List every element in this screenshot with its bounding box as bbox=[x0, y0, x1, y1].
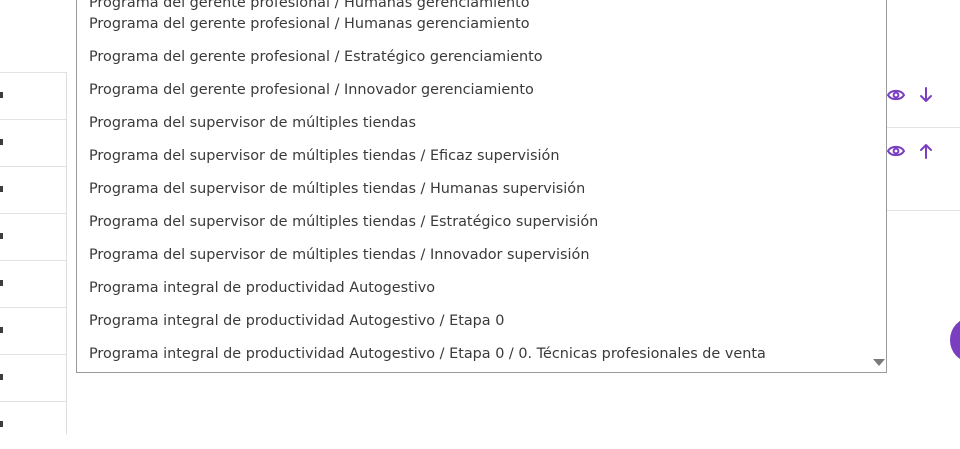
action-row bbox=[887, 140, 933, 162]
table-row bbox=[0, 401, 66, 449]
dropdown-option[interactable]: Programa del supervisor de múltiples tie… bbox=[89, 140, 559, 173]
background-table-left-column bbox=[0, 72, 67, 434]
eye-icon[interactable] bbox=[887, 144, 905, 158]
table-row bbox=[0, 72, 66, 120]
dropdown-option[interactable]: Programa del gerente profesional / Estra… bbox=[89, 41, 543, 74]
action-row bbox=[887, 84, 933, 106]
table-row bbox=[0, 166, 66, 214]
table-row bbox=[0, 354, 66, 402]
row-handle-icon bbox=[0, 139, 3, 145]
row-handle-icon bbox=[0, 233, 3, 239]
dropdown-option[interactable]: Programa del supervisor de múltiples tie… bbox=[89, 173, 585, 206]
table-row bbox=[0, 307, 66, 355]
dropdown-option[interactable]: Programa integral de productividad Autog… bbox=[89, 305, 504, 338]
dropdown-option[interactable]: Programa del supervisor de múltiples tie… bbox=[89, 107, 416, 140]
dropdown-option[interactable]: Programa integral de productividad Autog… bbox=[89, 338, 766, 371]
scroll-down-arrow-icon[interactable] bbox=[873, 359, 885, 366]
row-handle-icon bbox=[0, 186, 3, 192]
dropdown-option[interactable]: Programa del supervisor de múltiples tie… bbox=[89, 206, 598, 239]
row-handle-icon bbox=[0, 374, 3, 380]
table-row bbox=[0, 119, 66, 167]
background-actions-panel bbox=[876, 72, 960, 211]
eye-icon[interactable] bbox=[887, 88, 905, 102]
row-handle-icon bbox=[0, 92, 3, 98]
table-row bbox=[0, 213, 66, 261]
dropdown-list[interactable]: Programa del gerente profesional / Human… bbox=[76, 0, 887, 373]
floating-action-button[interactable] bbox=[950, 318, 960, 362]
table-row bbox=[0, 260, 66, 308]
arrow-up-icon[interactable] bbox=[919, 143, 933, 159]
dropdown-option[interactable]: Programa del gerente profesional / Human… bbox=[89, 8, 530, 41]
row-handle-icon bbox=[0, 327, 3, 333]
row-handle-icon bbox=[0, 421, 3, 427]
dropdown-option[interactable]: Programa del supervisor de múltiples tie… bbox=[89, 239, 589, 272]
row-divider bbox=[877, 127, 960, 128]
arrow-down-icon[interactable] bbox=[919, 87, 933, 103]
row-handle-icon bbox=[0, 280, 3, 286]
dropdown-option[interactable]: Programa integral de productividad Autog… bbox=[89, 272, 435, 305]
dropdown-option[interactable]: Programa del gerente profesional / Innov… bbox=[89, 74, 534, 107]
